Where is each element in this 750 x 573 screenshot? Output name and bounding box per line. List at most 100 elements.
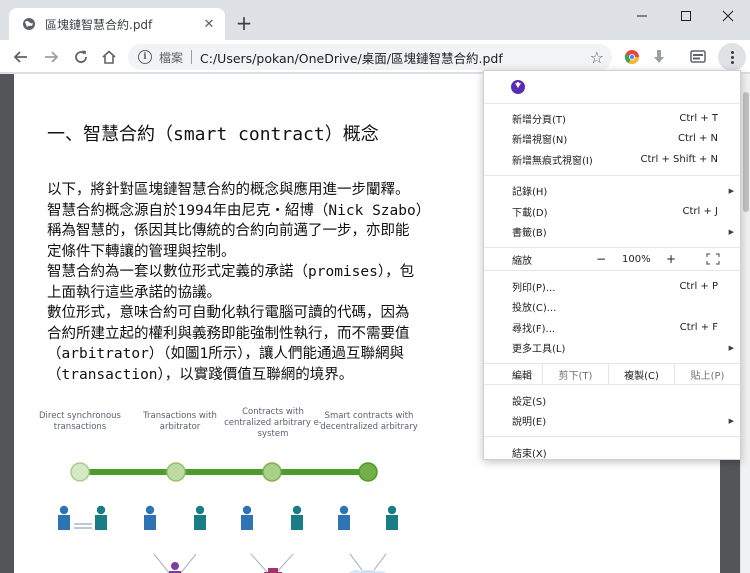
document-line: 數位形式，意味合約可自動化執行電腦可讀的代碼，因為 bbox=[47, 305, 410, 321]
tab-active[interactable]: 區塊鏈智慧合約.pdf ✕ bbox=[9, 8, 225, 40]
document-line: 智慧合約為一套以數位形式定義的承諾（promises），包 bbox=[47, 264, 415, 280]
forward-arrow-icon bbox=[45, 51, 59, 63]
back-button[interactable] bbox=[10, 46, 32, 68]
menu-item-new-window[interactable]: 新增視窗(N) Ctrl + N bbox=[484, 129, 740, 150]
kebab-dot bbox=[730, 60, 734, 64]
cut-button[interactable]: 剪下(T) bbox=[542, 363, 608, 385]
scrollbar-thumb[interactable] bbox=[743, 92, 749, 212]
menu-item-shortcut: Ctrl + N bbox=[677, 133, 718, 145]
zoom-out-button[interactable]: − bbox=[596, 252, 606, 266]
update-available-icon[interactable] bbox=[511, 80, 525, 94]
timeline-node bbox=[262, 462, 282, 482]
menu-item-settings[interactable]: 設定(S) bbox=[484, 390, 740, 411]
maximize-icon bbox=[681, 11, 691, 21]
close-window-button[interactable] bbox=[708, 4, 748, 28]
menu-item-help[interactable]: 說明(E) ▶ bbox=[484, 411, 740, 432]
menu-update-row[interactable] bbox=[484, 71, 740, 104]
menu-item-shortcut: Ctrl + F bbox=[679, 321, 718, 333]
tab-title: 區塊鏈智慧合約.pdf bbox=[45, 17, 153, 32]
url-text[interactable]: C:/Users/pokan/OneDrive/桌面/區塊鏈智慧合約.pdf bbox=[200, 48, 590, 67]
document-line: 智慧合約概念源自於1994年由尼克・紹博（Nick Szabo） bbox=[47, 202, 431, 219]
timeline-node bbox=[358, 462, 378, 482]
forward-button[interactable] bbox=[40, 46, 62, 68]
menu-item-label: 新增無痕式視窗(I) bbox=[512, 155, 593, 167]
close-icon bbox=[722, 10, 734, 22]
document-line: （arbitrator）（如圖1所示），讓人們能通過互聯網與 bbox=[47, 346, 405, 362]
edit-row: 編輯 剪下(T) 複製(C) 貼上(P) bbox=[484, 363, 740, 385]
file-scheme-label: 檔案 bbox=[159, 50, 184, 65]
extension-download-icon[interactable] bbox=[649, 47, 669, 67]
menu-item-label: 記錄(H) bbox=[512, 187, 548, 199]
menu-item-shortcut: Ctrl + Shift + N bbox=[640, 153, 718, 165]
menu-item-label: 結束(X) bbox=[512, 448, 547, 460]
document-line: 合約所建立起的權利與義務即能強制性執行，而不需要值 bbox=[47, 325, 410, 342]
menu-item-new-incognito-window[interactable]: 新增無痕式視窗(I) Ctrl + Shift + N bbox=[484, 149, 740, 170]
zoom-label: 縮放 bbox=[512, 255, 532, 267]
figure-smart-contract-evolution: Direct synchronous transactions Transact… bbox=[34, 404, 424, 573]
menu-separator bbox=[484, 174, 740, 176]
menu-item-shortcut: Ctrl + T bbox=[679, 112, 718, 124]
menu-item-label: 說明(E) bbox=[512, 417, 547, 429]
zoom-row: 縮放 − 100% + bbox=[484, 247, 740, 271]
info-icon[interactable]: i bbox=[138, 50, 152, 64]
maximize-button[interactable] bbox=[666, 4, 706, 28]
document-line: 稱為智慧的，係因其比傳統的合約向前邁了一步，亦即能 bbox=[47, 223, 410, 239]
fullscreen-button[interactable] bbox=[706, 253, 720, 268]
document-heading: 一、智慧合約（smart contract）概念 bbox=[47, 124, 379, 145]
menu-item-label: 投放(C)... bbox=[512, 303, 557, 315]
menu-item-new-tab[interactable]: 新增分頁(T) Ctrl + T bbox=[484, 108, 740, 129]
minimize-icon bbox=[637, 15, 647, 17]
menu-item-cast[interactable]: 投放(C)... bbox=[484, 297, 740, 318]
reload-button[interactable] bbox=[70, 46, 92, 68]
menu-item-label: 尋找(F)... bbox=[512, 323, 556, 335]
menu-item-history[interactable]: 記錄(H) ▶ bbox=[484, 181, 740, 202]
bookmark-star-icon[interactable]: ☆ bbox=[590, 48, 604, 67]
globe-icon bbox=[21, 16, 37, 32]
menu-item-exit[interactable]: 結束(X) bbox=[484, 442, 740, 463]
reload-icon bbox=[75, 50, 87, 63]
chrome-main-menu: 新增分頁(T) Ctrl + T 新增視窗(N) Ctrl + N 新增無痕式視… bbox=[483, 70, 741, 460]
back-arrow-icon bbox=[13, 51, 27, 63]
submenu-arrow-icon: ▶ bbox=[728, 227, 734, 236]
home-button[interactable] bbox=[98, 46, 120, 68]
zoom-value: 100% bbox=[622, 253, 651, 265]
vertical-scrollbar[interactable] bbox=[740, 74, 750, 573]
menu-item-label: 新增視窗(N) bbox=[512, 135, 568, 147]
timeline-node bbox=[166, 462, 186, 482]
title-bar: 區塊鏈智慧合約.pdf ✕ + bbox=[0, 0, 750, 40]
extension-cast-icon[interactable] bbox=[688, 47, 708, 67]
submenu-arrow-icon: ▶ bbox=[728, 186, 734, 195]
address-bar[interactable]: i 檔案 C:/Users/pokan/OneDrive/桌面/區塊鏈智慧合約.… bbox=[128, 44, 612, 70]
minimize-button[interactable] bbox=[622, 4, 662, 28]
fullscreen-icon bbox=[706, 253, 720, 265]
menu-item-label: 列印(P)... bbox=[512, 282, 556, 294]
document-line: 以下，將針對區塊鏈智慧合約的概念與應用進一步闡釋。 bbox=[47, 182, 410, 198]
copy-button[interactable]: 複製(C) bbox=[608, 363, 674, 385]
extension-chrome-icon[interactable] bbox=[622, 47, 642, 67]
timeline-node bbox=[70, 462, 90, 482]
document-line: 定條件下轉讓的管理與控制。 bbox=[47, 243, 236, 260]
submenu-arrow-icon: ▶ bbox=[728, 416, 734, 425]
menu-separator bbox=[484, 436, 740, 437]
kebab-dot bbox=[730, 50, 734, 54]
paste-button[interactable]: 貼上(P) bbox=[674, 363, 740, 385]
menu-item-label: 設定(S) bbox=[512, 396, 547, 408]
menu-item-print[interactable]: 列印(P)... Ctrl + P bbox=[484, 276, 740, 297]
menu-item-downloads[interactable]: 下載(D) Ctrl + J bbox=[484, 201, 740, 222]
tab-close-icon[interactable]: ✕ bbox=[201, 16, 217, 32]
new-tab-button[interactable]: + bbox=[234, 13, 254, 33]
chrome-menu-button[interactable] bbox=[718, 43, 746, 71]
menu-item-bookmarks[interactable]: 書籤(B) ▶ bbox=[484, 222, 740, 243]
omnibox-divider bbox=[191, 50, 193, 64]
document-body: 以下，將針對區塊鏈智慧合約的概念與應用進一步闡釋。 智慧合約概念源自於1994年… bbox=[47, 180, 527, 385]
menu-item-label: 書籤(B) bbox=[512, 228, 547, 240]
submenu-arrow-icon: ▶ bbox=[728, 343, 734, 352]
zoom-in-button[interactable]: + bbox=[666, 252, 676, 266]
menu-item-find[interactable]: 尋找(F)... Ctrl + F bbox=[484, 317, 740, 338]
menu-item-label: 下載(D) bbox=[512, 207, 548, 219]
menu-item-more-tools[interactable]: 更多工具(L) ▶ bbox=[484, 338, 740, 359]
menu-item-shortcut: Ctrl + P bbox=[679, 280, 718, 292]
menu-item-shortcut: Ctrl + J bbox=[682, 205, 718, 217]
menu-item-label: 更多工具(L) bbox=[512, 344, 566, 356]
toolbar: i 檔案 C:/Users/pokan/OneDrive/桌面/區塊鏈智慧合約.… bbox=[0, 40, 750, 73]
